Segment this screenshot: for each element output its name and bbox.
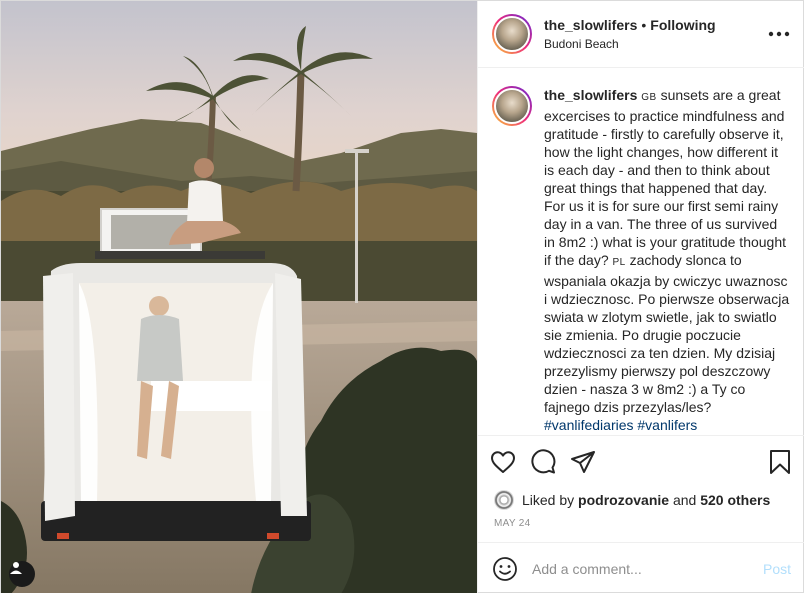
hashtag-link[interactable]: #vanlifers	[637, 417, 697, 433]
likes-and: and	[672, 492, 697, 508]
bookmark-icon	[770, 450, 790, 474]
action-bar	[478, 436, 804, 488]
post-comment-button[interactable]: Post	[763, 561, 791, 577]
caption-username-link[interactable]: the_slowlifers	[544, 87, 637, 103]
more-options-button[interactable]	[767, 22, 791, 46]
post-dialog: the_slowlifers • Following Budoni Beach th…	[0, 0, 804, 593]
comment-input[interactable]	[532, 560, 763, 577]
comment-button[interactable]	[530, 442, 570, 482]
likes-prefix: Liked by	[522, 492, 575, 508]
comment-icon	[531, 449, 556, 474]
username-link[interactable]: the_slowlifers	[544, 17, 637, 33]
caption-polish: zachody slonca to wspaniala okazja by cw…	[544, 252, 790, 415]
comment-bar: Post	[478, 542, 804, 593]
caption-english: sunsets are a great excercises to practi…	[544, 87, 787, 268]
tagged-user-icon[interactable]	[9, 561, 35, 587]
more-horizontal-icon	[768, 31, 790, 37]
separator-dot: •	[641, 17, 647, 33]
person-icon	[10, 562, 22, 574]
share-icon	[571, 451, 595, 473]
smiley-icon	[493, 556, 517, 581]
header-line: the_slowlifers • Following	[544, 16, 767, 34]
caption-section: the_slowlifers GB sunsets are a great ex…	[478, 68, 804, 436]
caption-avatar[interactable]	[492, 86, 532, 126]
likes-count-link[interactable]: 520 others	[700, 492, 770, 508]
post-header: the_slowlifers • Following Budoni Beach	[478, 1, 804, 68]
emoji-button[interactable]	[492, 556, 518, 582]
heart-icon	[491, 451, 515, 473]
liker-username-link[interactable]: podrozovanie	[578, 492, 669, 508]
flag-pl: PL	[612, 257, 626, 268]
likes-line: Liked by podrozovanie and 520 others	[478, 488, 804, 512]
post-photo[interactable]	[1, 1, 477, 593]
post-photo-illustration	[1, 1, 477, 593]
following-button[interactable]: Following	[650, 17, 715, 33]
post-side-panel: the_slowlifers • Following Budoni Beach th…	[477, 1, 804, 593]
flag-gb: GB	[641, 92, 657, 103]
location-link[interactable]: Budoni Beach	[544, 36, 767, 52]
save-button[interactable]	[769, 442, 793, 482]
liker-avatar[interactable]	[494, 490, 514, 510]
avatar-image	[494, 88, 530, 124]
avatar[interactable]	[492, 14, 532, 54]
caption-text: the_slowlifers GB sunsets are a great ex…	[544, 86, 791, 434]
caption-row: the_slowlifers GB sunsets are a great ex…	[492, 86, 791, 434]
avatar-image	[494, 16, 530, 52]
post-header-text: the_slowlifers • Following Budoni Beach	[544, 16, 767, 52]
hashtag-link[interactable]: #vanlifediaries	[544, 417, 634, 433]
like-button[interactable]	[490, 442, 530, 482]
share-button[interactable]	[570, 442, 610, 482]
post-date[interactable]: MAY 24	[478, 512, 804, 542]
